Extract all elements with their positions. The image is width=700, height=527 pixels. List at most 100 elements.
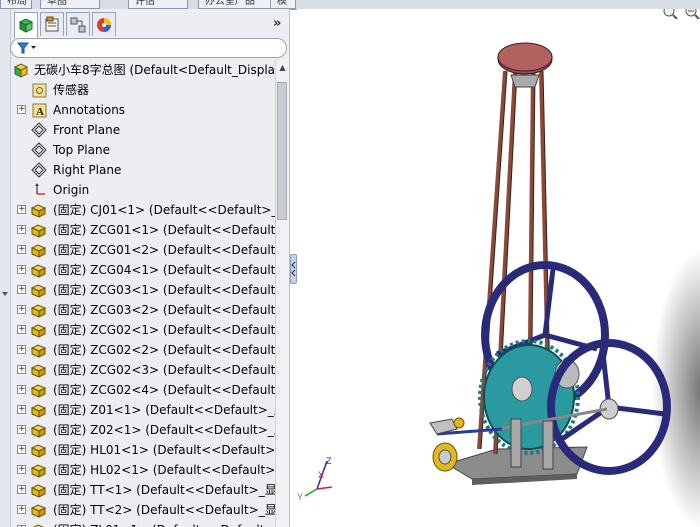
- model-shadow: [652, 249, 700, 527]
- expand-icon[interactable]: +: [17, 265, 26, 274]
- tree-item[interactable]: + A Annotations: [10, 100, 275, 120]
- feature-manager-tab[interactable]: [14, 12, 38, 38]
- panel-splitter-handle[interactable]: [290, 254, 297, 284]
- plane-icon: [31, 162, 47, 178]
- part-icon: [30, 384, 47, 398]
- top-tab-layout[interactable]: 布局: [0, 0, 32, 9]
- tree-item[interactable]: Front Plane: [10, 120, 275, 140]
- tree-item[interactable]: + (固定) ZCG03<2> (Default<<Default>_: [10, 300, 275, 320]
- tree-item-label: (固定) ZCG01<1> (Default<<Default>_: [53, 223, 275, 237]
- tree-item[interactable]: 传感器: [10, 80, 275, 100]
- front-wheel-hub: [438, 449, 452, 465]
- triad-y-label: Y: [297, 492, 303, 502]
- top-tab-model[interactable]: 模: [270, 0, 296, 9]
- tree-item-label: (固定) ZCG02<4> (Default<<Default>_: [53, 383, 275, 397]
- collapse-panel-button[interactable]: »: [273, 16, 281, 31]
- expand-icon[interactable]: +: [17, 345, 26, 354]
- triad-z-label: Z: [326, 456, 332, 466]
- tree-item[interactable]: + (固定) ZCG02<1> (Default<<Default>_: [10, 320, 275, 340]
- display-manager-tab[interactable]: [92, 12, 116, 36]
- tree-item[interactable]: + (固定) TT<1> (Default<<Default>_显示: [10, 480, 275, 500]
- tree-item-label: (固定) HL02<1> (Default<<Default>_显: [53, 463, 275, 477]
- tree-item[interactable]: + (固定) Z02<1> (Default<<Default>_显示: [10, 420, 275, 440]
- tree-scrollbar[interactable]: ▲: [275, 60, 289, 527]
- tree-item[interactable]: +(固定) ZL01<1> (Default<<Default>_显: [10, 520, 275, 527]
- tree-item-label: (固定) TT<2> (Default<<Default>_显示: [53, 503, 275, 517]
- property-manager-tab[interactable]: [40, 12, 64, 36]
- part-icon: [30, 224, 47, 238]
- part-icon: [30, 464, 47, 478]
- tree-item-label: (固定) ZCG02<3> (Default<<Default>_: [53, 363, 275, 377]
- car-model[interactable]: Z X Y: [297, 9, 700, 527]
- tree-item[interactable]: Origin: [10, 180, 275, 200]
- expand-icon[interactable]: +: [17, 445, 26, 454]
- tree-item-label: Right Plane: [53, 163, 122, 177]
- support-right: [542, 420, 554, 470]
- part-icon: [30, 484, 47, 498]
- tree-item[interactable]: Right Plane: [10, 160, 275, 180]
- expand-icon[interactable]: +: [17, 505, 26, 514]
- expand-icon[interactable]: +: [17, 405, 26, 414]
- filter-box[interactable]: [10, 38, 287, 58]
- expand-icon[interactable]: +: [17, 425, 26, 434]
- tree-item[interactable]: + (固定) ZCG02<3> (Default<<Default>_: [10, 360, 275, 380]
- expand-icon[interactable]: +: [17, 285, 26, 294]
- expand-icon[interactable]: +: [17, 325, 26, 334]
- support-left: [510, 418, 522, 468]
- tree-item[interactable]: Top Plane: [10, 140, 275, 160]
- expand-icon[interactable]: +: [17, 365, 26, 374]
- expand-icon[interactable]: +: [17, 205, 26, 214]
- expand-icon[interactable]: +: [17, 225, 26, 234]
- tree-item-label: (固定) TT<1> (Default<<Default>_显示: [53, 483, 275, 497]
- tree-item-label: (固定) Z01<1> (Default<<Default>_显示: [53, 403, 275, 417]
- tree-item-label: (固定) ZCG01<2> (Default<<Default>_: [53, 243, 275, 257]
- tree-item[interactable]: + (固定) ZCG01<1> (Default<<Default>_: [10, 220, 275, 240]
- tree-item[interactable]: + (固定) HL02<1> (Default<<Default>_显: [10, 460, 275, 480]
- tree-item[interactable]: + (固定) ZCG01<2> (Default<<Default>_: [10, 240, 275, 260]
- part-icon: [30, 364, 47, 378]
- configuration-manager-tab[interactable]: [66, 12, 90, 36]
- splitter-arrows-icon: [291, 261, 296, 277]
- part-icon: [30, 244, 47, 258]
- tree-item-label: Front Plane: [53, 123, 121, 137]
- scrollbar-thumb[interactable]: [277, 82, 287, 220]
- funnel-icon[interactable]: [17, 41, 37, 55]
- part-icon: [30, 424, 47, 438]
- part-icon: [32, 524, 44, 527]
- part-icon: [30, 284, 47, 298]
- expand-icon[interactable]: +: [17, 105, 26, 114]
- tree-item[interactable]: + (固定) ZCG04<1> (Default<<Default>_: [10, 260, 275, 280]
- tree-item[interactable]: + (固定) CJ01<1> (Default<<Default>_显: [10, 200, 275, 220]
- assembly-icon: [13, 63, 29, 78]
- expand-icon[interactable]: +: [17, 485, 26, 494]
- top-tab-sketch[interactable]: 草图: [40, 0, 100, 9]
- tree-item[interactable]: + (固定) ZCG02<2> (Default<<Default>_: [10, 340, 275, 360]
- tree-item[interactable]: + (固定) ZCG02<4> (Default<<Default>_: [10, 380, 275, 400]
- tree-item[interactable]: + (固定) TT<2> (Default<<Default>_显示: [10, 500, 275, 520]
- scroll-up-icon[interactable]: ▲: [277, 62, 288, 73]
- expand-icon[interactable]: +: [17, 465, 26, 474]
- front-pin: [453, 417, 465, 429]
- property-manager-icon: [45, 16, 59, 31]
- top-tab-evaluate[interactable]: 评估: [128, 0, 188, 9]
- tree-item[interactable]: + (固定) HL01<1> (Default<<Default>_显: [10, 440, 275, 460]
- tree-item[interactable]: + (固定) Z01<1> (Default<<Default>_显示: [10, 400, 275, 420]
- tree-root-label: 无碳小车8字总图 (Default<Default_Display: [34, 63, 275, 77]
- expand-icon[interactable]: +: [17, 245, 26, 254]
- expand-icon[interactable]: +: [17, 385, 26, 394]
- triad-x-label: X: [318, 470, 324, 480]
- expand-icon[interactable]: +: [17, 305, 26, 314]
- tree-item-label: (固定) ZL01<1> (Default<<Default>_显: [53, 523, 275, 527]
- tree-item-label: (固定) ZCG04<1> (Default<<Default>_: [53, 263, 275, 277]
- graphics-viewport[interactable]: Z X Y: [297, 9, 700, 527]
- plane-icon: [31, 122, 47, 138]
- sensor-icon: [32, 83, 47, 98]
- tree-root[interactable]: 无碳小车8字总图 (Default<Default_Display: [10, 60, 275, 80]
- feature-tree: 无碳小车8字总图 (Default<Default_Display 传感器 + A A…: [10, 60, 275, 527]
- gutter-arrow-icon[interactable]: [2, 292, 8, 296]
- top-tab-office-products[interactable]: 办公室产品: [198, 0, 276, 9]
- tree-item[interactable]: + (固定) ZCG03<1> (Default<<Default>_: [10, 280, 275, 300]
- feature-tree-icon: [18, 17, 34, 33]
- part-icon: [30, 344, 47, 358]
- part-icon: [30, 444, 47, 458]
